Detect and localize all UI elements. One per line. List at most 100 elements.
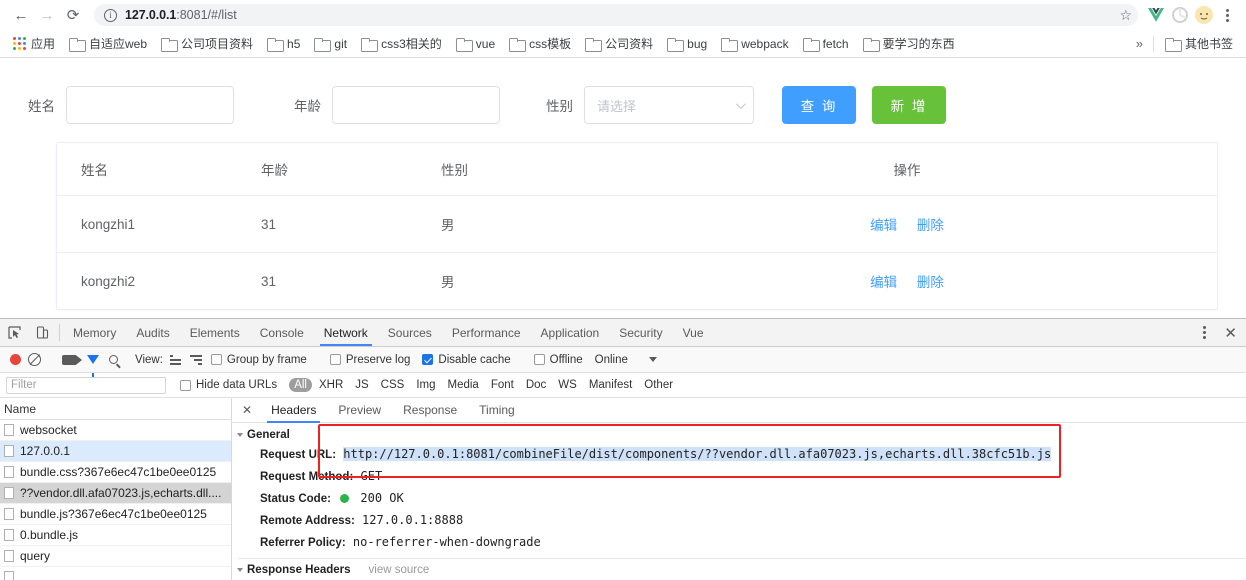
close-detail-icon[interactable]: ✕ [232,403,260,417]
list-item[interactable]: 127.0.0.1 [0,441,231,462]
delete-link[interactable]: 删除 [917,218,944,233]
extension-icon[interactable] [1168,3,1192,27]
filter-type-font[interactable]: Font [486,378,519,392]
bookmark-other-bookmarks[interactable]: 其他书签 [1158,32,1240,55]
tab-application[interactable]: Application [531,319,610,346]
throttling-value[interactable]: Online [595,354,628,366]
request-list-header[interactable]: Name [0,398,231,420]
tab-vue[interactable]: Vue [673,319,714,346]
disable-cache-checkbox[interactable]: Disable cache [422,354,511,366]
detail-tab-timing[interactable]: Timing [468,398,526,423]
tab-audits[interactable]: Audits [126,319,179,346]
filter-type-media[interactable]: Media [443,378,484,392]
site-info-icon[interactable]: i [104,8,117,22]
detail-tab-preview[interactable]: Preview [327,398,392,423]
folder-icon [667,37,685,52]
waterfall-view-icon[interactable] [189,354,202,365]
list-view-icon[interactable] [169,354,181,365]
bookmark-folder-5[interactable]: vue [449,34,502,54]
bookmark-folder-7[interactable]: 公司资料 [578,32,660,55]
bookmark-folder-3[interactable]: git [307,34,354,54]
list-item[interactable]: websocket [0,420,231,441]
bookmark-apps[interactable]: 应用 [6,32,62,55]
general-section-header[interactable]: General [237,429,1246,441]
folder-icon [314,37,332,52]
reload-icon[interactable]: ⟳ [60,2,86,28]
chrome-menu-icon[interactable] [1216,8,1238,22]
filter-type-ws[interactable]: WS [553,378,582,392]
filter-type-js[interactable]: JS [350,378,373,392]
avatar[interactable] [1192,3,1216,27]
bookmark-folder-1[interactable]: 公司项目资料 [154,32,260,55]
search-icon[interactable] [109,355,118,364]
filter-type-doc[interactable]: Doc [521,378,551,392]
filter-type-css[interactable]: CSS [376,378,410,392]
record-button[interactable] [10,354,21,365]
bookmark-folder-11[interactable]: 要学习的东西 [856,32,962,55]
tab-security[interactable]: Security [609,319,672,346]
vue-devtools-icon[interactable] [1144,3,1168,27]
detail-tab-headers[interactable]: Headers [260,398,327,423]
request-list[interactable]: Name websocket 127.0.0.1 bundle.css?367e… [0,398,232,580]
tab-sources[interactable]: Sources [378,319,442,346]
bookmark-folder-0[interactable]: 自适应web [62,32,154,55]
filter-type-img[interactable]: Img [411,378,440,392]
group-by-frame-checkbox[interactable]: Group by frame [210,354,307,366]
list-item-selected[interactable]: ??vendor.dll.afa07023.js,echarts.dll.... [0,483,231,504]
filter-type-manifest[interactable]: Manifest [584,378,637,392]
view-source-link[interactable]: view source [369,564,430,576]
edit-link[interactable]: 编辑 [870,218,897,233]
filter-input[interactable] [6,376,166,394]
forward-icon[interactable]: → [34,2,60,28]
filter-type-other[interactable]: Other [639,378,678,392]
detail-tab-response[interactable]: Response [392,398,468,423]
list-item[interactable]: bundle.css?367e6ec47c1be0ee0125 [0,462,231,483]
bookmark-folder-9[interactable]: webpack [714,34,795,54]
tab-memory[interactable]: Memory [63,319,126,346]
tab-elements[interactable]: Elements [180,319,250,346]
hide-data-urls-label: Hide data URLs [196,379,278,391]
throttling-chevron-down-icon[interactable] [648,357,657,362]
devtools-menu-icon[interactable] [1194,326,1215,339]
address-bar[interactable]: i 127.0.0.1 :8081/#/list ☆ [94,4,1138,26]
close-devtools-icon[interactable]: ✕ [1215,324,1246,342]
preserve-log-checkbox[interactable]: Preserve log [329,354,410,366]
name-input[interactable] [66,86,234,124]
hide-data-urls-checkbox[interactable]: Hide data URLs [180,379,277,391]
bookmarks-overflow-icon[interactable]: » [1126,36,1153,51]
inspect-element-icon[interactable] [0,319,28,346]
devtools-panel: Memory Audits Elements Console Network S… [0,318,1246,580]
filter-type-all[interactable]: All [289,378,312,392]
offline-checkbox[interactable]: Offline [533,354,583,366]
back-icon[interactable]: ← [8,2,34,28]
tab-performance[interactable]: Performance [442,319,531,346]
bookmark-folder-10[interactable]: fetch [796,34,856,54]
edit-link[interactable]: 编辑 [870,275,897,290]
list-item[interactable]: 0.bundle.js [0,525,231,546]
gender-select[interactable]: 请选择 [584,86,754,124]
bookmark-label: 公司项目资料 [181,37,254,51]
list-item[interactable]: bundle.js?367e6ec47c1be0ee0125 [0,504,231,525]
request-url-value[interactable]: http://127.0.0.1:8081/combineFile/dist/c… [343,447,1052,461]
tab-network[interactable]: Network [314,319,378,346]
bookmark-folder-8[interactable]: bug [660,34,714,54]
clear-icon[interactable] [28,353,41,366]
response-headers-section-header[interactable]: Response Headers view source [237,558,1246,576]
filter-icon[interactable] [87,355,99,377]
list-item[interactable]: query [0,546,231,567]
tab-console[interactable]: Console [250,319,314,346]
query-button[interactable]: 查 询 [782,86,856,124]
bookmark-folder-4[interactable]: css3相关的 [354,32,449,55]
bookmark-folder-2[interactable]: h5 [260,34,307,54]
status-code-key: Status Code: [260,493,331,505]
capture-screenshots-icon[interactable] [62,354,82,365]
document-icon [4,571,14,580]
add-button[interactable]: 新 增 [872,86,946,124]
filter-type-xhr[interactable]: XHR [314,378,348,392]
age-input[interactable] [332,86,500,124]
bookmark-star-icon[interactable]: ☆ [1119,7,1132,24]
bookmark-folder-6[interactable]: css模板 [502,32,578,55]
list-item[interactable] [0,567,231,580]
delete-link[interactable]: 删除 [917,275,944,290]
device-toolbar-icon[interactable] [28,319,56,346]
